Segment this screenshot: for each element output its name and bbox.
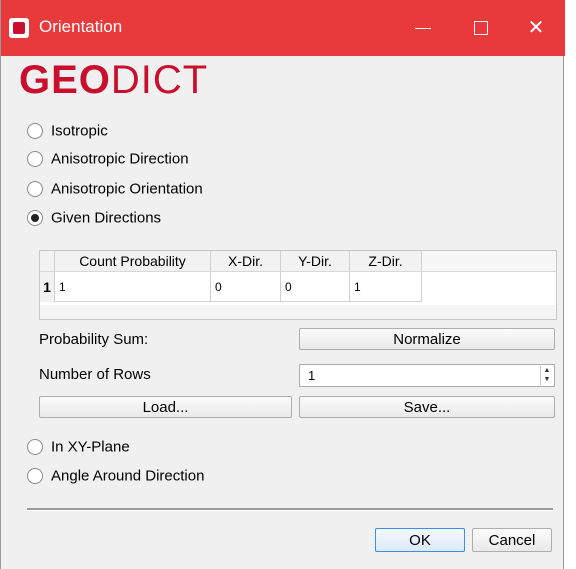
table-cell-x-dir[interactable]: 0 bbox=[211, 272, 281, 302]
table-cell-count-probability[interactable]: 1 bbox=[55, 272, 211, 302]
radio-angle-around-direction[interactable]: Angle Around Direction bbox=[27, 467, 204, 489]
radio-label: Anisotropic Direction bbox=[51, 150, 189, 168]
radio-anisotropic-orientation[interactable]: Anisotropic Orientation bbox=[27, 180, 203, 202]
radio-in-xy-plane[interactable]: In XY-Plane bbox=[27, 438, 130, 460]
number-of-rows-spinbox[interactable]: 1 ▲ ▼ bbox=[299, 364, 555, 387]
corner-cell bbox=[40, 251, 55, 271]
minimize-button[interactable] bbox=[403, 10, 443, 46]
radio-button[interactable] bbox=[27, 123, 43, 140]
radio-anisotropic-direction[interactable]: Anisotropic Direction bbox=[27, 150, 189, 172]
title-bar[interactable]: Orientation ✕ bbox=[1, 0, 565, 56]
orientation-dialog: Orientation ✕ GEODICT Isotropic Anisotro… bbox=[0, 0, 565, 569]
radio-label: Angle Around Direction bbox=[51, 467, 205, 485]
column-header[interactable]: Count Probability bbox=[55, 251, 211, 271]
normalize-button[interactable]: Normalize bbox=[299, 328, 555, 350]
ok-button[interactable]: OK bbox=[375, 528, 465, 552]
radio-label: Isotropic bbox=[51, 122, 108, 140]
column-header[interactable]: X-Dir. bbox=[211, 251, 281, 271]
row-header[interactable]: 1 bbox=[40, 272, 55, 302]
directions-table[interactable]: Count Probability X-Dir. Y-Dir. Z-Dir. 1… bbox=[39, 250, 557, 320]
horizontal-scrollbar[interactable] bbox=[40, 305, 556, 319]
close-icon: ✕ bbox=[527, 17, 545, 39]
radio-label: In XY-Plane bbox=[51, 438, 130, 456]
table-cell-z-dir[interactable]: 1 bbox=[350, 272, 422, 302]
radio-isotropic[interactable]: Isotropic bbox=[27, 122, 108, 144]
maximize-icon bbox=[474, 21, 488, 35]
number-of-rows-value[interactable]: 1 bbox=[308, 368, 315, 383]
spin-arrows-icon[interactable]: ▲ ▼ bbox=[540, 366, 553, 385]
minimize-icon bbox=[415, 28, 431, 29]
maximize-button[interactable] bbox=[461, 10, 501, 46]
radio-button[interactable] bbox=[27, 439, 43, 456]
app-icon bbox=[9, 18, 29, 38]
radio-button[interactable] bbox=[27, 468, 43, 485]
logo-part-geo: GEO bbox=[19, 58, 111, 102]
close-button[interactable]: ✕ bbox=[516, 10, 556, 46]
probability-sum-label: Probability Sum: bbox=[39, 331, 149, 348]
cancel-button[interactable]: Cancel bbox=[472, 528, 552, 552]
column-header[interactable]: Y-Dir. bbox=[281, 251, 350, 271]
table-header: Count Probability X-Dir. Y-Dir. Z-Dir. bbox=[40, 251, 556, 272]
load-button[interactable]: Load... bbox=[39, 396, 292, 418]
window-title: Orientation bbox=[39, 17, 123, 36]
geodict-logo: GEODICT bbox=[19, 58, 208, 103]
radio-label: Given Directions bbox=[51, 209, 162, 227]
radio-label: Anisotropic Orientation bbox=[51, 180, 203, 198]
table-cell-y-dir[interactable]: 0 bbox=[281, 272, 350, 302]
logo-part-dict: DICT bbox=[110, 58, 209, 102]
column-header[interactable]: Z-Dir. bbox=[350, 251, 422, 271]
radio-button[interactable] bbox=[27, 151, 43, 168]
radio-button[interactable] bbox=[27, 181, 43, 198]
radio-given-directions[interactable]: Given Directions bbox=[27, 209, 161, 231]
radio-button-checked[interactable] bbox=[27, 210, 43, 227]
save-button[interactable]: Save... bbox=[299, 396, 555, 418]
number-of-rows-label: Number of Rows bbox=[39, 366, 151, 383]
divider bbox=[27, 508, 553, 511]
